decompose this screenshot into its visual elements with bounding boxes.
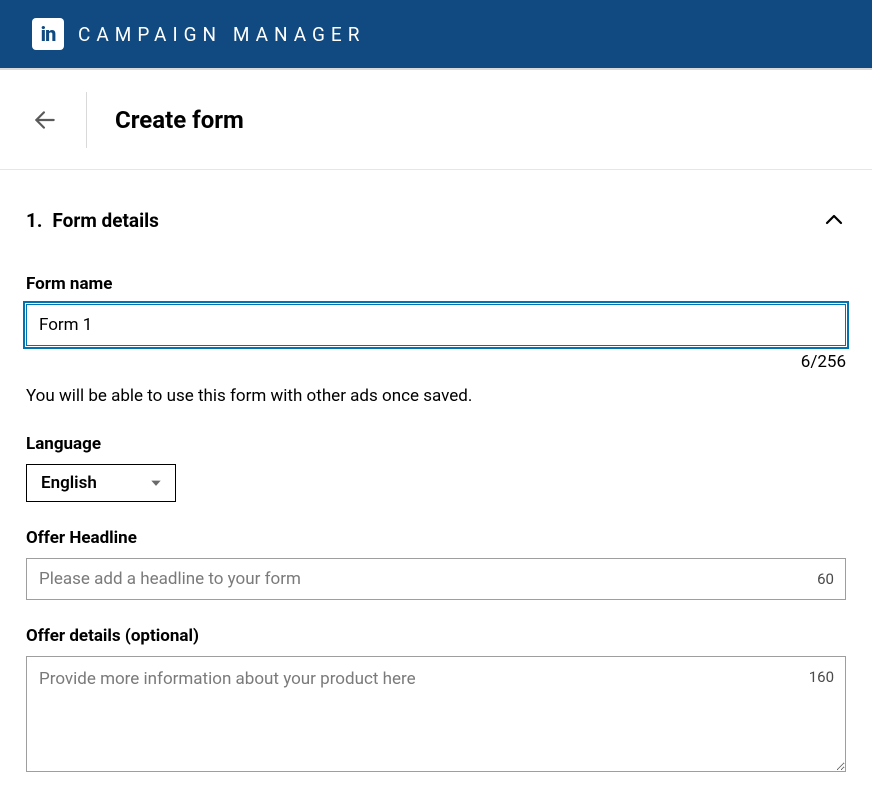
caret-down-icon — [149, 476, 163, 490]
offer-details-group: Offer details (optional) 160 — [26, 626, 846, 776]
form-name-counter: 6/256 — [26, 352, 846, 372]
section-header[interactable]: 1. Form details — [26, 208, 846, 232]
offer-details-max: 160 — [809, 668, 834, 686]
language-value: English — [41, 473, 97, 493]
header-bar: in CAMPAIGN MANAGER — [0, 0, 872, 70]
back-button[interactable] — [32, 95, 64, 145]
vertical-divider — [86, 92, 87, 148]
section-title: 1. Form details — [26, 209, 159, 232]
section-title-text: Form details — [52, 209, 158, 232]
form-name-group: Form name 6/256 You will be able to use … — [26, 274, 846, 406]
chevron-up-icon — [822, 208, 846, 232]
subheader: Create form — [0, 70, 872, 170]
form-name-input[interactable] — [26, 304, 846, 346]
arrow-left-icon — [32, 107, 58, 133]
logo-text: in — [41, 22, 56, 46]
language-select[interactable]: English — [26, 464, 176, 502]
offer-headline-group: Offer Headline 60 — [26, 528, 846, 600]
content-area: 1. Form details Form name 6/256 You will … — [0, 170, 872, 806]
section-number: 1. — [26, 209, 42, 232]
linkedin-logo-icon: in — [32, 18, 64, 50]
offer-headline-input[interactable] — [26, 558, 846, 600]
form-name-helper: You will be able to use this form with o… — [26, 386, 846, 406]
form-name-label: Form name — [26, 274, 846, 294]
page-title: Create form — [115, 106, 244, 134]
offer-headline-label: Offer Headline — [26, 528, 846, 548]
language-group: Language English — [26, 434, 846, 502]
language-label: Language — [26, 434, 846, 454]
offer-headline-max: 60 — [817, 570, 834, 588]
offer-details-textarea[interactable] — [26, 656, 846, 772]
app-title: CAMPAIGN MANAGER — [78, 23, 365, 46]
offer-details-label: Offer details (optional) — [26, 626, 846, 646]
